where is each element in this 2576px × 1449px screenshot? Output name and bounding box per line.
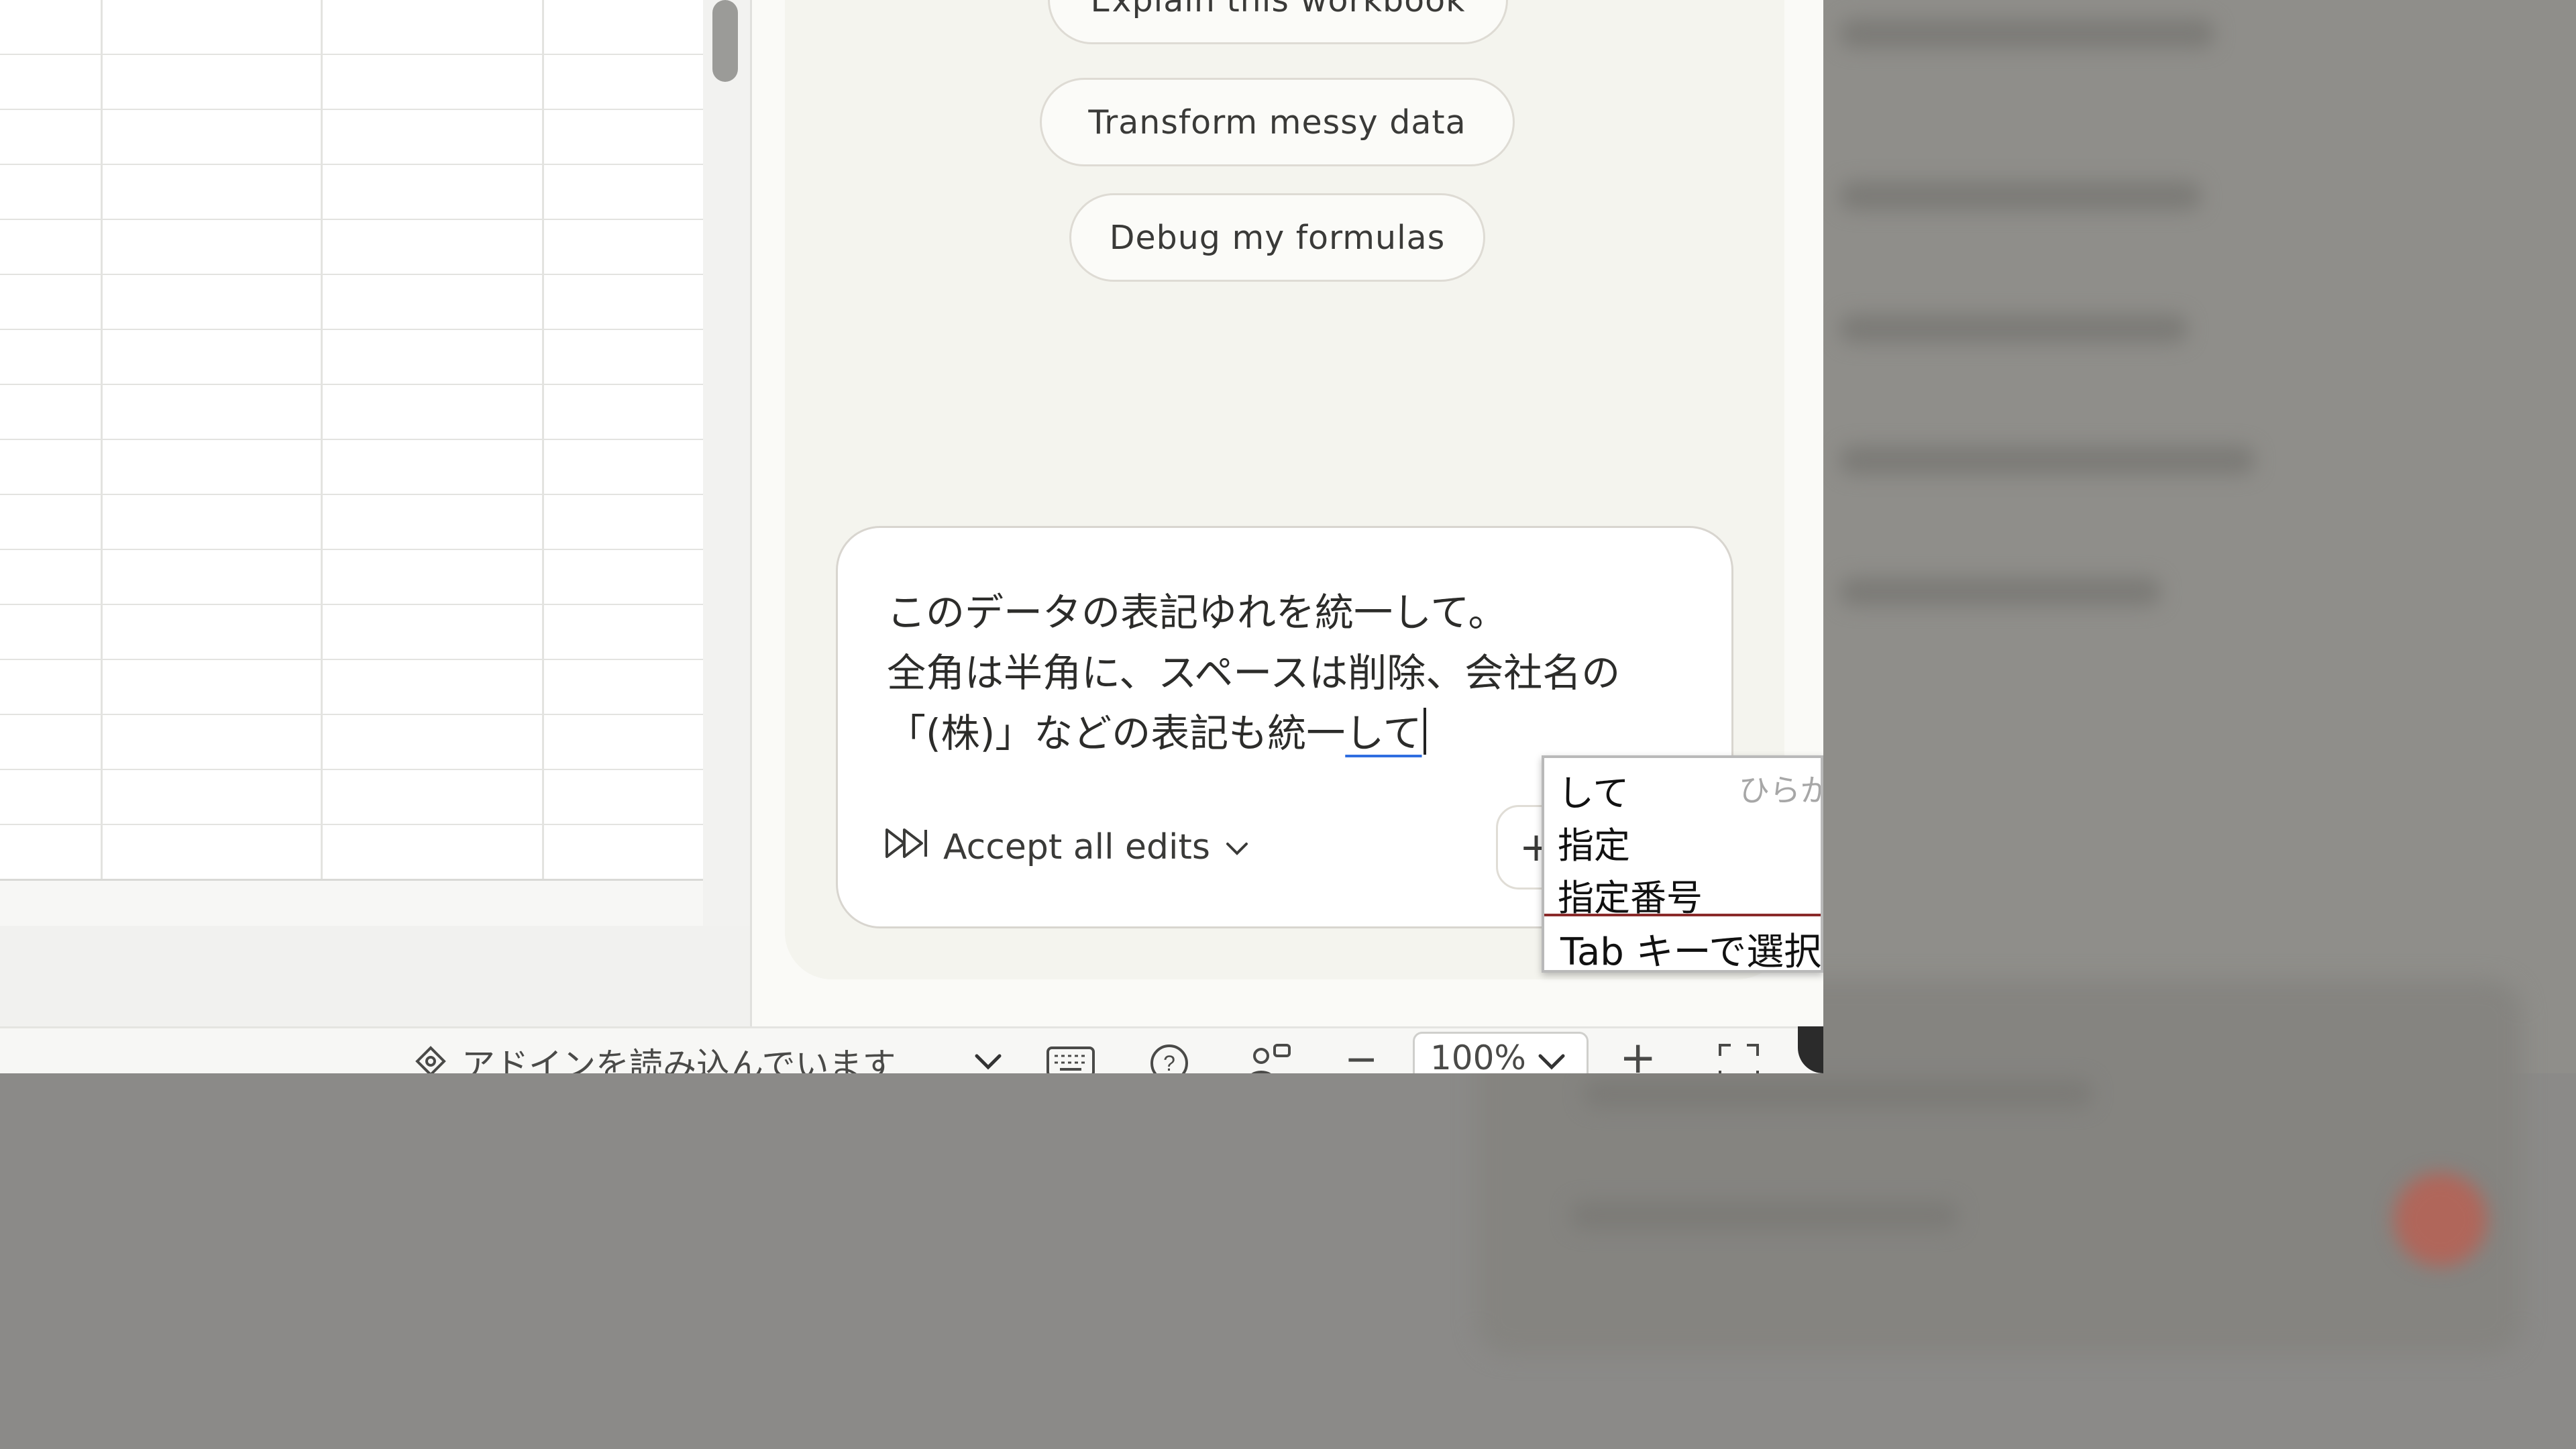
row-gridline (0, 549, 703, 550)
accept-all-edits-label: Accept all edits (943, 827, 1210, 867)
blurred-item (1839, 19, 2215, 48)
addin-loading-status: アドインを読み込んでいます (462, 1046, 896, 1073)
row-gridline (0, 54, 703, 55)
row-gridline (0, 659, 703, 660)
vertical-scrollbar[interactable] (703, 0, 751, 926)
blurred-item (1570, 1201, 1959, 1230)
row-gridline (0, 439, 703, 440)
suggestion-explain-workbook[interactable]: Explain this workbook (1048, 0, 1508, 44)
ime-candidate[interactable]: して (1558, 763, 1629, 816)
row-gridline (0, 494, 703, 495)
keyboard-icon[interactable] (1045, 1044, 1096, 1073)
blurred-item (1839, 577, 2161, 606)
spreadsheet-grid[interactable] (0, 0, 705, 881)
suggestion-debug-formulas[interactable]: Debug my formulas (1069, 193, 1485, 282)
feedback-icon[interactable] (1245, 1042, 1292, 1073)
row-gridline (0, 824, 703, 825)
ime-candidate[interactable]: 指定 (1558, 816, 1630, 869)
prompt-line-2: 全角は半角に、スペースは削除、会社名の (887, 650, 1621, 696)
row-gridline (0, 329, 703, 330)
ime-input-mode: ひらが (1739, 772, 1823, 808)
svg-text:?: ? (1163, 1051, 1175, 1073)
blurred-background-panel (1823, 0, 2576, 1073)
ime-composing-text: して (1345, 710, 1422, 756)
sheet-footer-area (0, 926, 751, 1026)
blurred-send-button (2394, 1173, 2487, 1267)
blurred-item (1839, 314, 2188, 343)
blurred-item (1839, 445, 2255, 475)
zoom-in-button[interactable]: + (1619, 1032, 1656, 1073)
zoom-level: 100% (1430, 1038, 1526, 1073)
prompt-line-1: このデータの表記ゆれを統一して。 (887, 590, 1507, 635)
ime-hint: Tab キーで選択 (1560, 930, 1822, 973)
blurred-background-bottom (0, 979, 2576, 1449)
chevron-down-icon[interactable] (971, 1051, 1005, 1073)
accept-all-edits-button[interactable]: Accept all edits (884, 818, 1250, 876)
blurred-item (1583, 1079, 2093, 1108)
ime-separator (1544, 914, 1821, 916)
row-gridline (0, 164, 703, 165)
prompt-committed-text: 「(株)」などの表記も統一 (887, 710, 1346, 756)
row-gridline (0, 604, 703, 605)
row-gridline (0, 109, 703, 110)
suggestion-label: Debug my formulas (1109, 218, 1446, 257)
ime-candidate-window[interactable]: して ひらが 指定 指定番号 Tab キーで選択 (1542, 755, 1823, 973)
scrollbar-thumb[interactable] (712, 0, 738, 82)
chevron-down-icon[interactable] (1535, 1051, 1568, 1073)
app-window: Explain this workbook Transform messy da… (0, 0, 1823, 1073)
row-gridline (0, 714, 703, 715)
row-gridline (0, 219, 703, 220)
zoom-out-button[interactable]: − (1344, 1036, 1378, 1073)
fullscreen-icon[interactable] (1717, 1042, 1760, 1073)
text-caret (1423, 708, 1426, 755)
chevron-down-icon (1224, 827, 1250, 867)
row-gridline (0, 274, 703, 275)
suggestion-transform-data[interactable]: Transform messy data (1040, 78, 1515, 166)
row-gridline (0, 769, 703, 770)
blurred-item (1839, 181, 2202, 211)
fast-forward-icon (884, 826, 930, 869)
addin-icon (412, 1041, 449, 1073)
suggestion-label: Transform messy data (1088, 103, 1466, 142)
suggestion-label: Explain this workbook (1090, 0, 1466, 19)
row-gridline (0, 384, 703, 385)
prompt-line-3: 「(株)」などの表記も統一して (887, 702, 1426, 758)
help-icon[interactable]: ? (1148, 1042, 1190, 1073)
